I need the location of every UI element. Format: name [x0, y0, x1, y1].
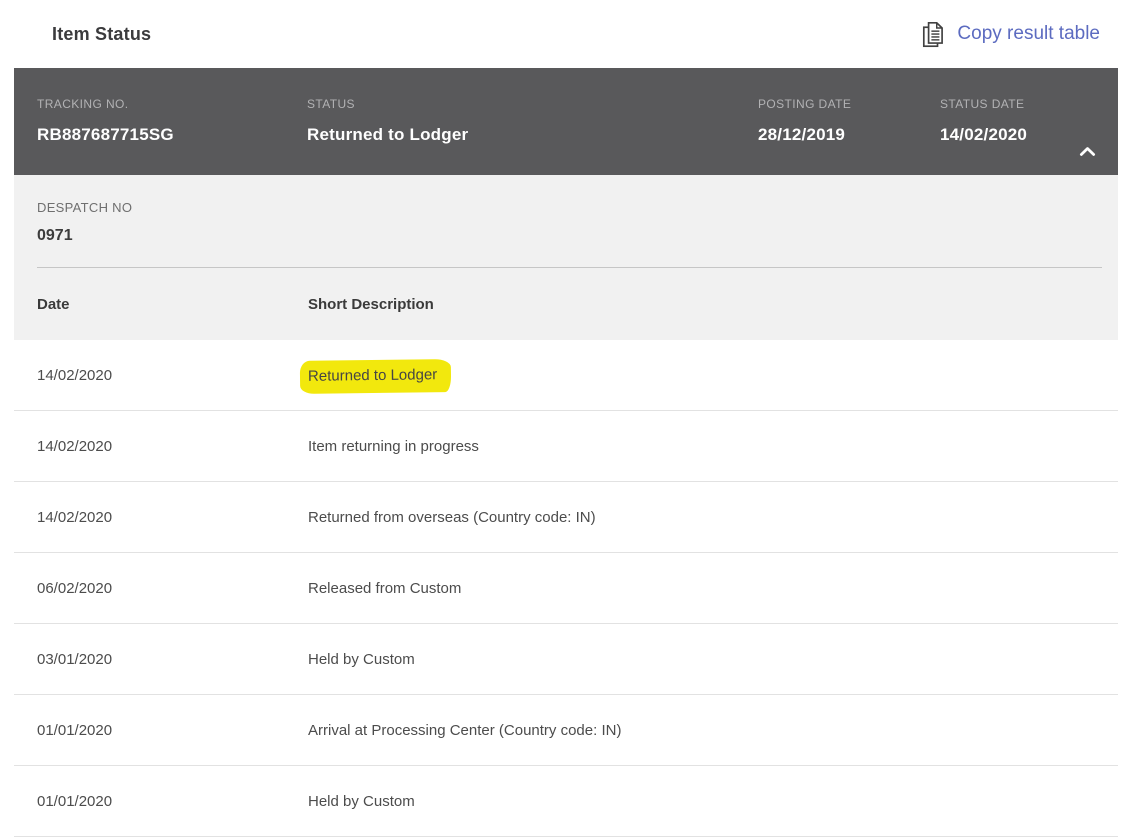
summary-column: TRACKING NO. RB887687715SG — [14, 68, 307, 175]
summary-column-label: POSTING DATE — [758, 97, 940, 111]
history-row-description: Returned to Lodger — [308, 367, 1118, 384]
despatch-no-value: 0971 — [37, 227, 73, 245]
copy-result-table-button[interactable]: Copy result table — [919, 20, 1100, 49]
summary-column: STATUS DATE 14/02/2020 — [940, 68, 1090, 175]
history-row-description: Held by Custom — [308, 793, 1118, 810]
history-row-date: 14/02/2020 — [14, 367, 308, 384]
history-row-description: Item returning in progress — [308, 438, 1118, 455]
summary-column-label: STATUS DATE — [940, 97, 1090, 111]
history-row: 06/02/2020Released from Custom — [14, 553, 1118, 624]
history-row-date: 03/01/2020 — [14, 651, 308, 668]
history-row-date: 01/01/2020 — [14, 722, 308, 739]
highlight-marker: Returned to Lodger — [300, 359, 452, 394]
history-row: 14/02/2020Item returning in progress — [14, 411, 1118, 482]
copy-result-table-label: Copy result table — [957, 23, 1100, 45]
summary-column-value: 28/12/2019 — [758, 125, 940, 145]
history-table-header: Date Short Description — [14, 296, 1118, 313]
summary-column-value: 14/02/2020 — [940, 125, 1090, 145]
summary-column-label: TRACKING NO. — [37, 97, 307, 111]
history-row: 14/02/2020Returned from overseas (Countr… — [14, 482, 1118, 553]
page-header: Item Status Copy result table — [14, 0, 1118, 68]
history-row: 14/02/2020Returned to Lodger — [14, 340, 1118, 411]
history-row-description: Returned from overseas (Country code: IN… — [308, 509, 1118, 526]
item-status-panel: Item Status Copy result table TRACKING N… — [14, 0, 1118, 837]
summary-column-value: RB887687715SG — [37, 125, 307, 145]
section-divider — [37, 267, 1102, 268]
history-table-body: 14/02/2020Returned to Lodger14/02/2020It… — [14, 340, 1118, 837]
history-row-description: Arrival at Processing Center (Country co… — [308, 722, 1118, 739]
history-row-date: 14/02/2020 — [14, 438, 308, 455]
chevron-up-icon[interactable] — [1079, 146, 1096, 157]
history-row-date: 14/02/2020 — [14, 509, 308, 526]
history-row-date: 01/01/2020 — [14, 793, 308, 810]
copy-document-icon — [919, 20, 946, 49]
history-row-date: 06/02/2020 — [14, 580, 308, 597]
despatch-no-label: DESPATCH NO — [37, 200, 132, 215]
history-row: 01/01/2020Arrival at Processing Center (… — [14, 695, 1118, 766]
history-row-description: Held by Custom — [308, 651, 1118, 668]
summary-column: STATUS Returned to Lodger — [307, 68, 758, 175]
despatch-details-section: DESPATCH NO 0971 Date Short Description — [14, 175, 1118, 340]
page-title: Item Status — [52, 24, 151, 45]
column-header-date: Date — [14, 296, 308, 313]
summary-column-label: STATUS — [307, 97, 758, 111]
summary-column: POSTING DATE 28/12/2019 — [758, 68, 940, 175]
column-header-description: Short Description — [308, 296, 1118, 313]
history-row: 03/01/2020Held by Custom — [14, 624, 1118, 695]
summary-column-value: Returned to Lodger — [307, 125, 758, 145]
history-row: 01/01/2020Held by Custom — [14, 766, 1118, 837]
tracking-summary-bar[interactable]: TRACKING NO. RB887687715SGSTATUS Returned … — [14, 68, 1118, 175]
history-row-description: Released from Custom — [308, 580, 1118, 597]
